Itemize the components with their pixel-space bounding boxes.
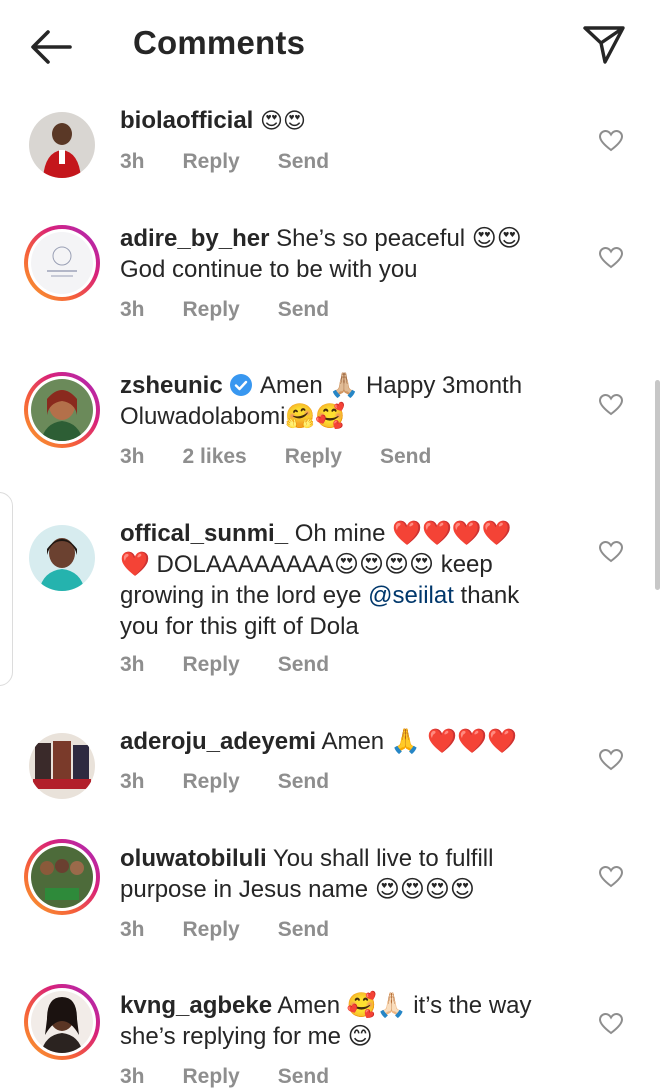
avatar-image [31,379,93,441]
avatar-image [29,733,95,799]
like-heart-icon[interactable] [598,540,624,564]
comment-username[interactable]: kvng_agbeke [120,992,272,1019]
back-arrow-icon[interactable] [26,22,76,72]
comment-text: She’s so peaceful 😍😍 [276,225,522,252]
send-button[interactable]: Send [278,770,329,794]
like-heart-icon[interactable] [598,246,624,270]
avatar-image [31,991,93,1053]
comment-username[interactable]: zsheunic [120,372,223,399]
comment-time: 3h [120,150,145,173]
comment-username[interactable]: biolaofficial [120,107,253,134]
like-heart-icon[interactable] [598,865,624,889]
send-button[interactable]: Send [278,653,329,677]
send-button[interactable]: Send [278,150,329,174]
comment-text-line2: she’s replying for me 😊 [120,1023,373,1050]
comment-time: 3h [120,1065,145,1088]
avatar-image [29,112,95,178]
comment-time: 3h [120,445,145,468]
comment-text: Amen 🙏 ❤️❤️❤️ [321,728,517,755]
reply-button[interactable]: Reply [183,298,240,322]
header-bar: Comments [0,0,662,90]
like-heart-icon[interactable] [598,748,624,772]
side-panel-edge [0,492,13,686]
avatar[interactable] [24,107,100,183]
comment-time: 3h [120,653,145,676]
reply-button[interactable]: Reply [183,150,240,174]
verified-badge-icon [229,374,252,396]
likes-count[interactable]: 2 likes [183,445,247,469]
comment-text: Amen 🥰🙏🏻 it’s the way [277,992,532,1019]
like-heart-icon[interactable] [598,129,624,153]
reply-button[interactable]: Reply [183,1065,240,1089]
comment-text: 😍😍 [260,109,306,134]
comment-text-line4: you for this gift of Dola [120,613,359,640]
reply-button[interactable]: Reply [183,653,240,677]
reply-button[interactable]: Reply [183,770,240,794]
avatar-image [31,232,93,294]
comment-time: 3h [120,770,145,793]
comment-username[interactable]: adire_by_her [120,225,269,252]
page-title: Comments [133,24,306,61]
avatar-image [31,846,93,908]
avatar[interactable] [24,839,100,915]
comment-text-line2: Oluwadolabomi🤗🥰 [120,403,346,430]
send-button[interactable]: Send [278,918,329,942]
comment-text-line2: God continue to be with you [120,256,418,283]
like-heart-icon[interactable] [598,393,624,417]
send-button[interactable]: Send [380,445,431,469]
avatar-image [29,525,95,591]
mention-link[interactable]: @seiilat [368,582,454,609]
avatar[interactable] [24,984,100,1060]
send-button[interactable]: Send [278,1065,329,1089]
comment-text: Oh mine ❤️❤️❤️❤️ [294,520,512,547]
comment-text-line2: ❤️ DOLAAAAAAAA😍😍😍😍 keep [120,551,493,578]
comment-time: 3h [120,298,145,321]
comment-username[interactable]: offical_sunmi_ [120,520,288,547]
like-heart-icon[interactable] [598,1012,624,1036]
scrollbar[interactable] [655,380,660,590]
comment-text-line3-end: thank [453,582,520,609]
comment-username[interactable]: aderoju_adeyemi [120,728,316,755]
reply-button[interactable]: Reply [183,918,240,942]
reply-button[interactable]: Reply [285,445,342,469]
avatar[interactable] [24,520,100,596]
comment-text-line2: purpose in Jesus name 😍😍😍😍 [120,876,475,903]
avatar[interactable] [24,225,100,301]
avatar[interactable] [24,372,100,448]
comment-username[interactable]: oluwatobiluli [120,845,267,872]
comment-text-line3: growing in the lord eye [120,582,369,609]
avatar[interactable] [24,728,100,804]
send-button[interactable]: Send [278,298,329,322]
comment-time: 3h [120,918,145,941]
comment-text: Amen 🙏🏼 Happy 3month [260,372,523,399]
direct-message-icon[interactable] [580,22,628,68]
comment-text: You shall live to fulfill [272,845,494,872]
